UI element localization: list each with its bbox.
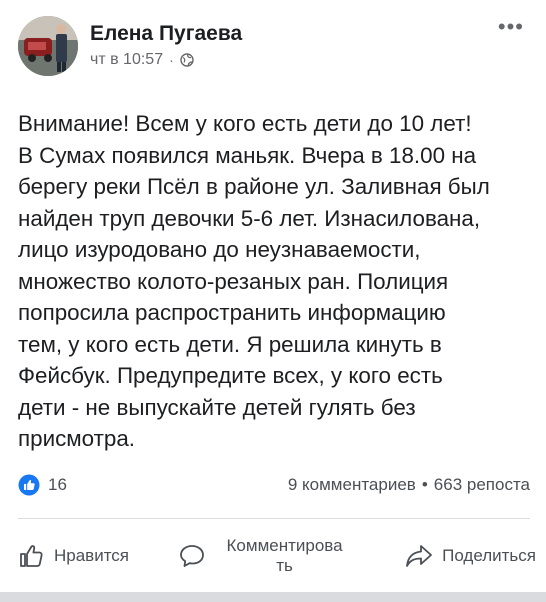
feed-separator xyxy=(0,592,546,602)
share-icon xyxy=(404,542,434,570)
post-time[interactable]: чт в 10:57 xyxy=(90,51,163,69)
like-count-value: 16 xyxy=(48,475,67,494)
share-button-label: Поделиться xyxy=(442,546,536,565)
comment-button[interactable]: Комментирова ть xyxy=(178,536,356,576)
like-button-label: Нравится xyxy=(54,546,130,565)
post-stats: 16 9 комментариев • 663 репоста xyxy=(18,474,530,496)
thumbs-up-outline-icon xyxy=(18,542,46,570)
globe-icon xyxy=(180,53,194,67)
share-button[interactable]: Поделиться xyxy=(404,542,536,570)
post-header: Елена Пугаева чт в 10:57 · xyxy=(18,16,528,86)
post-text: Внимание! Всем у кого есть дети до 10 ле… xyxy=(18,111,490,451)
post-submeta: чт в 10:57 · xyxy=(90,51,528,69)
comment-count[interactable]: 9 комментариев xyxy=(288,475,416,495)
like-count[interactable]: 16 xyxy=(18,474,67,496)
author-name[interactable]: Елена Пугаева xyxy=(90,21,528,47)
more-icon[interactable]: ••• xyxy=(498,14,524,40)
meta-separator: · xyxy=(169,52,174,68)
engagement-summary: 9 комментариев • 663 репоста xyxy=(288,475,530,495)
like-button[interactable]: Нравится xyxy=(18,542,129,570)
thumbs-up-icon xyxy=(18,474,40,496)
facebook-post: Елена Пугаева чт в 10:57 · ••• Внимание!… xyxy=(0,0,546,602)
share-count[interactable]: 663 репоста xyxy=(434,475,530,495)
author-avatar[interactable] xyxy=(18,16,78,76)
comment-button-label: Комментирова ть xyxy=(214,536,356,576)
comment-icon xyxy=(178,542,206,570)
action-bar: Нравится Комментирова ть Поделиться xyxy=(18,528,536,584)
comment-label-line1: Комментирова xyxy=(226,536,343,555)
post-meta: Елена Пугаева чт в 10:57 · xyxy=(90,16,528,69)
stats-separator: • xyxy=(421,475,428,494)
comment-label-line2: ть xyxy=(276,556,293,575)
divider xyxy=(18,518,530,519)
